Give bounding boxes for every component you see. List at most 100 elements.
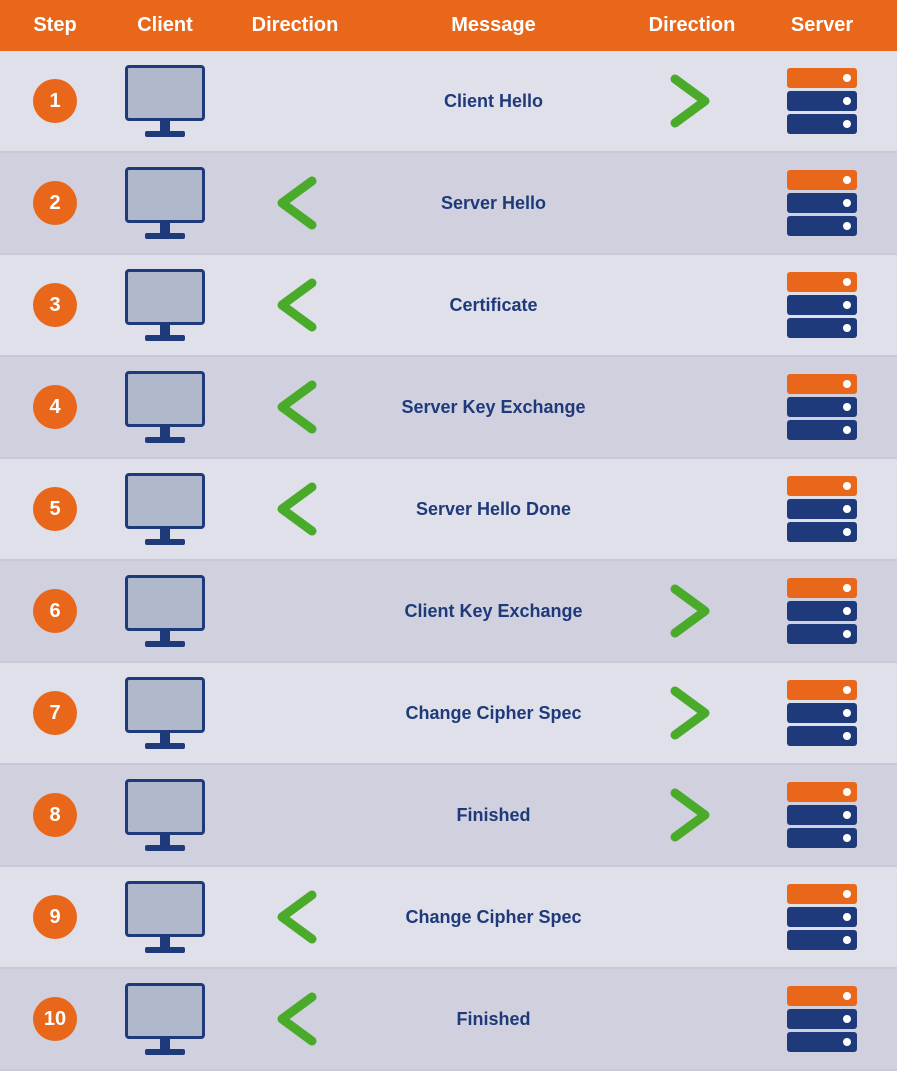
step-badge: 8 bbox=[33, 793, 77, 837]
server-dot bbox=[843, 630, 851, 638]
client-cell bbox=[100, 269, 230, 341]
server-dot bbox=[843, 120, 851, 128]
monitor-screen bbox=[125, 167, 205, 223]
client-cell bbox=[100, 473, 230, 545]
server-icon bbox=[787, 782, 857, 848]
server-unit-top bbox=[787, 782, 857, 802]
monitor-neck bbox=[160, 529, 170, 539]
message-cell: Change Cipher Spec bbox=[360, 907, 627, 928]
server-unit-mid bbox=[787, 193, 857, 213]
step-cell: 3 bbox=[10, 283, 100, 327]
table-row: 5 Server Hello Done bbox=[0, 459, 897, 561]
server-cell bbox=[757, 680, 887, 746]
monitor-icon bbox=[125, 371, 205, 443]
step-badge: 2 bbox=[33, 181, 77, 225]
server-dot bbox=[843, 505, 851, 513]
server-unit-bot bbox=[787, 420, 857, 440]
table-row: 1 Client Hello bbox=[0, 51, 897, 153]
chevron-left-icon bbox=[270, 277, 320, 333]
message-cell: Finished bbox=[360, 1009, 627, 1030]
server-dot bbox=[843, 97, 851, 105]
step-badge: 10 bbox=[33, 997, 77, 1041]
direction-left-cell bbox=[230, 991, 360, 1047]
chevron-left-icon bbox=[270, 481, 320, 537]
step-cell: 8 bbox=[10, 793, 100, 837]
monitor-icon bbox=[125, 167, 205, 239]
monitor-neck bbox=[160, 835, 170, 845]
table-row: 2 Server Hello bbox=[0, 153, 897, 255]
monitor-screen bbox=[125, 371, 205, 427]
server-cell bbox=[757, 986, 887, 1052]
server-unit-mid bbox=[787, 499, 857, 519]
server-unit-bot bbox=[787, 828, 857, 848]
direction-left-cell bbox=[230, 889, 360, 945]
monitor-neck bbox=[160, 1039, 170, 1049]
monitor-screen bbox=[125, 983, 205, 1039]
chevron-right-icon bbox=[667, 685, 717, 741]
client-cell bbox=[100, 371, 230, 443]
server-icon bbox=[787, 476, 857, 542]
server-unit-mid bbox=[787, 1009, 857, 1029]
server-unit-bot bbox=[787, 1032, 857, 1052]
server-dot bbox=[843, 1038, 851, 1046]
monitor-neck bbox=[160, 325, 170, 335]
server-cell bbox=[757, 884, 887, 950]
message-cell: Finished bbox=[360, 805, 627, 826]
server-unit-bot bbox=[787, 624, 857, 644]
server-unit-bot bbox=[787, 216, 857, 236]
server-dot bbox=[843, 607, 851, 615]
header-client: Client bbox=[100, 14, 230, 37]
server-dot bbox=[843, 890, 851, 898]
monitor-base bbox=[145, 233, 185, 239]
monitor-base bbox=[145, 539, 185, 545]
monitor-neck bbox=[160, 937, 170, 947]
step-cell: 7 bbox=[10, 691, 100, 735]
monitor-base bbox=[145, 947, 185, 953]
server-dot bbox=[843, 709, 851, 717]
step-badge: 6 bbox=[33, 589, 77, 633]
table-row: 6 Client Key Exchange bbox=[0, 561, 897, 663]
server-unit-bot bbox=[787, 318, 857, 338]
server-icon bbox=[787, 884, 857, 950]
direction-right-cell bbox=[627, 787, 757, 843]
chevron-left-icon bbox=[270, 991, 320, 1047]
monitor-icon bbox=[125, 473, 205, 545]
server-unit-bot bbox=[787, 114, 857, 134]
monitor-screen bbox=[125, 677, 205, 733]
server-unit-top bbox=[787, 170, 857, 190]
step-badge: 9 bbox=[33, 895, 77, 939]
server-unit-top bbox=[787, 272, 857, 292]
server-icon bbox=[787, 986, 857, 1052]
server-icon bbox=[787, 68, 857, 134]
header: Step Client Direction Message Direction … bbox=[0, 0, 897, 51]
server-unit-bot bbox=[787, 930, 857, 950]
monitor-neck bbox=[160, 121, 170, 131]
direction-left-cell bbox=[230, 175, 360, 231]
server-unit-mid bbox=[787, 397, 857, 417]
monitor-base bbox=[145, 641, 185, 647]
table-row: 10 Finished bbox=[0, 969, 897, 1071]
server-icon bbox=[787, 272, 857, 338]
server-unit-mid bbox=[787, 91, 857, 111]
chevron-right-icon bbox=[667, 73, 717, 129]
server-dot bbox=[843, 913, 851, 921]
server-icon bbox=[787, 680, 857, 746]
message-cell: Certificate bbox=[360, 295, 627, 316]
monitor-screen bbox=[125, 779, 205, 835]
direction-left-cell bbox=[230, 379, 360, 435]
client-cell bbox=[100, 167, 230, 239]
chevron-left-icon bbox=[270, 379, 320, 435]
server-dot bbox=[843, 324, 851, 332]
server-dot bbox=[843, 278, 851, 286]
client-cell bbox=[100, 983, 230, 1055]
server-dot bbox=[843, 301, 851, 309]
direction-left-cell bbox=[230, 481, 360, 537]
server-unit-top bbox=[787, 578, 857, 598]
step-cell: 2 bbox=[10, 181, 100, 225]
monitor-neck bbox=[160, 427, 170, 437]
monitor-screen bbox=[125, 881, 205, 937]
server-unit-mid bbox=[787, 295, 857, 315]
server-cell bbox=[757, 578, 887, 644]
direction-right-cell bbox=[627, 685, 757, 741]
monitor-base bbox=[145, 335, 185, 341]
